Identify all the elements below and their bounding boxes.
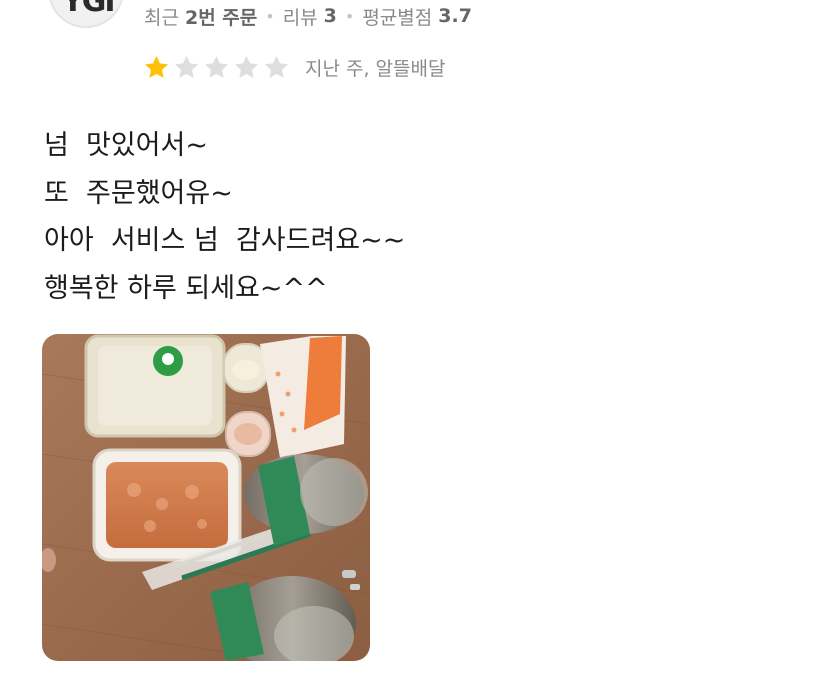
separator-dot: •	[265, 6, 275, 26]
avg-rating-value: 3.7	[438, 5, 472, 27]
star-empty-icon	[265, 55, 288, 78]
star-rating	[142, 53, 291, 82]
rating-row: 지난 주, 알뜰배달	[142, 52, 445, 82]
reviews-count: 3	[323, 5, 337, 27]
reviewer-avatar[interactable]: YGI	[48, 0, 124, 28]
avg-rating-label: 평균별점	[362, 6, 433, 29]
orders-count: 2번 주문	[184, 6, 258, 29]
star-empty-icon	[235, 55, 258, 78]
reviews-label: 리뷰	[282, 6, 318, 29]
review-text: 넘 맛있어서~ 또 주문했어유~ 아아 서비스 넘 감사드려요~~ 행복한 하루 되세…	[44, 122, 405, 312]
review-line: 아아 서비스 넘 감사드려요~~	[44, 225, 406, 256]
review-photo[interactable]	[42, 334, 370, 661]
reviewer-meta: 최근 2번 주문 • 리뷰 3 • 평균별점 3.7	[144, 0, 472, 32]
review-date-platform: 지난 주, 알뜰배달	[305, 57, 446, 80]
review-line: 또 주문했어유~	[44, 177, 233, 209]
separator-dot: •	[344, 6, 355, 26]
star-filled-icon	[145, 55, 168, 78]
avatar-mark: YGI	[62, 0, 115, 19]
review-line: 넘 맛있어서~	[44, 130, 208, 161]
review-line: 행복한 하루 되세요~^^	[44, 272, 328, 304]
star-empty-icon	[205, 55, 228, 78]
food-photo-icon	[42, 334, 370, 661]
recent-label: 최근	[144, 6, 179, 29]
star-empty-icon	[175, 55, 198, 78]
